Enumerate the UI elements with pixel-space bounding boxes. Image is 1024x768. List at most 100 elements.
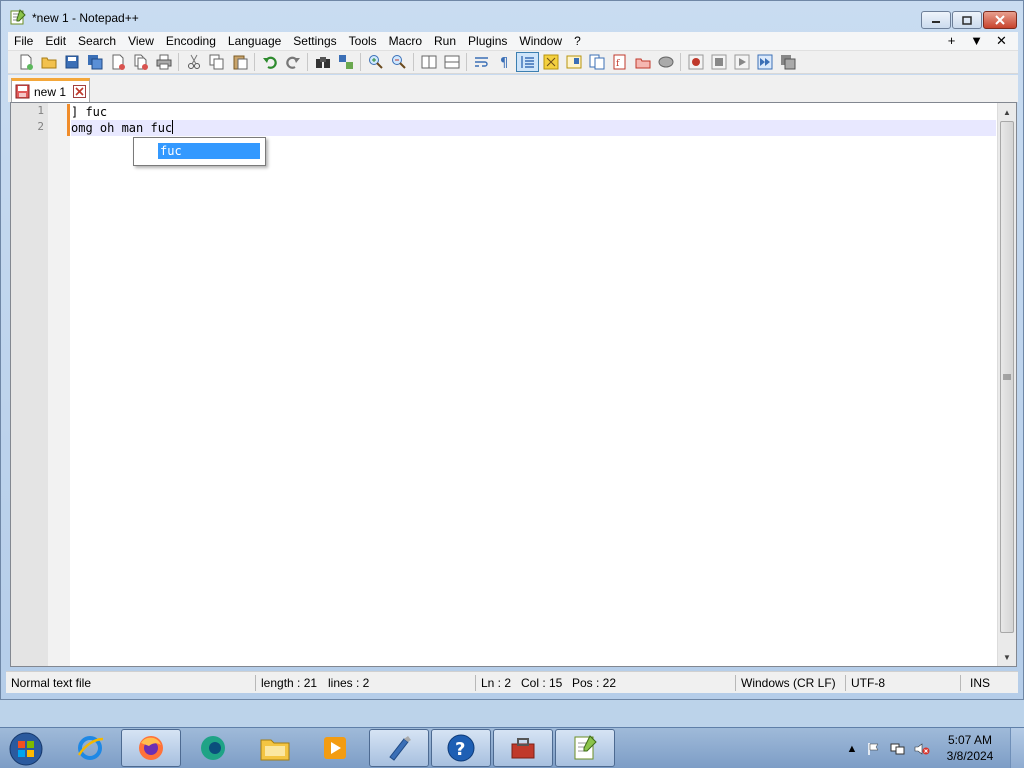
document-list-icon[interactable] bbox=[585, 52, 608, 72]
menu-tools[interactable]: Tools bbox=[343, 32, 383, 50]
scroll-down-arrow-icon[interactable]: ▼ bbox=[998, 649, 1016, 665]
open-file-icon[interactable] bbox=[37, 52, 60, 72]
sync-horizontal-icon[interactable] bbox=[440, 52, 463, 72]
save-macro-icon[interactable] bbox=[776, 52, 799, 72]
window-title: *new 1 - Notepad++ bbox=[32, 11, 139, 25]
toolbar-separator bbox=[360, 53, 361, 71]
status-bar: Normal text file length : 21 lines : 2 L… bbox=[6, 671, 1018, 693]
file-explorer-taskbar-icon[interactable] bbox=[245, 729, 305, 767]
menu-run[interactable]: Run bbox=[428, 32, 462, 50]
text-area[interactable]: ] fuc omg oh man fuc bbox=[71, 103, 996, 666]
redo-icon[interactable] bbox=[281, 52, 304, 72]
editor-pane[interactable]: 1 2 ] fuc omg oh man fuc fuc ▲ ▼ bbox=[10, 102, 1017, 667]
menu-edit[interactable]: Edit bbox=[39, 32, 72, 50]
function-list-icon[interactable]: f bbox=[608, 52, 631, 72]
notepad-plus-plus-taskbar-icon[interactable] bbox=[555, 729, 615, 767]
menu-settings[interactable]: Settings bbox=[287, 32, 342, 50]
print-icon[interactable] bbox=[152, 52, 175, 72]
save-all-icon[interactable] bbox=[83, 52, 106, 72]
scrollbar-thumb[interactable] bbox=[1000, 121, 1014, 633]
close-doc-button[interactable]: ✕ bbox=[989, 32, 1014, 50]
scroll-up-arrow-icon[interactable]: ▲ bbox=[998, 104, 1016, 120]
record-macro-icon[interactable] bbox=[684, 52, 707, 72]
status-separator bbox=[960, 675, 961, 691]
show-desktop-button[interactable] bbox=[1010, 728, 1024, 768]
indent-guide-icon[interactable] bbox=[516, 52, 539, 72]
edge-taskbar-icon[interactable] bbox=[183, 729, 243, 767]
menu-language[interactable]: Language bbox=[222, 32, 287, 50]
replace-icon[interactable] bbox=[334, 52, 357, 72]
close-all-icon[interactable] bbox=[129, 52, 152, 72]
stop-macro-icon[interactable] bbox=[707, 52, 730, 72]
menu-help[interactable]: ? bbox=[568, 32, 587, 50]
autocomplete-item-selected[interactable]: fuc bbox=[158, 143, 260, 159]
code-line: ] fuc bbox=[71, 104, 996, 120]
media-player-taskbar-icon[interactable] bbox=[305, 729, 365, 767]
network-icon[interactable] bbox=[890, 741, 906, 757]
volume-muted-icon[interactable] bbox=[914, 741, 930, 757]
menu-view[interactable]: View bbox=[122, 32, 160, 50]
status-line: Ln : 2 bbox=[481, 676, 512, 690]
script-tool-taskbar-icon[interactable] bbox=[369, 729, 429, 767]
system-clock[interactable]: 5:07 AM 3/8/2024 bbox=[939, 732, 1001, 764]
window-controls bbox=[920, 11, 1017, 29]
undo-icon[interactable] bbox=[258, 52, 281, 72]
document-map-icon[interactable] bbox=[562, 52, 585, 72]
paste-icon[interactable] bbox=[228, 52, 251, 72]
system-tray: ▲ 5:07 AM 3/8/2024 bbox=[838, 728, 1024, 768]
vertical-scrollbar[interactable]: ▲ ▼ bbox=[997, 103, 1016, 666]
monitoring-icon[interactable] bbox=[654, 52, 677, 72]
copy-icon[interactable] bbox=[205, 52, 228, 72]
unsaved-file-icon bbox=[15, 84, 30, 99]
cut-icon[interactable] bbox=[182, 52, 205, 72]
maximize-button[interactable] bbox=[952, 11, 982, 29]
windows-start-icon bbox=[9, 732, 43, 766]
action-center-flag-icon[interactable] bbox=[866, 741, 882, 757]
status-eol[interactable]: Windows (CR LF) bbox=[736, 672, 836, 694]
status-position: Pos : 22 bbox=[572, 676, 617, 690]
title-bar[interactable]: *new 1 - Notepad++ bbox=[1, 1, 1023, 31]
save-icon[interactable] bbox=[60, 52, 83, 72]
sync-vertical-icon[interactable] bbox=[417, 52, 440, 72]
zoom-out-icon[interactable] bbox=[387, 52, 410, 72]
menu-window[interactable]: Window bbox=[513, 32, 568, 50]
new-file-icon[interactable] bbox=[14, 52, 37, 72]
user-defined-language-icon[interactable] bbox=[539, 52, 562, 72]
run-macro-multiple-icon[interactable] bbox=[753, 52, 776, 72]
find-icon[interactable] bbox=[311, 52, 334, 72]
clock-time: 5:07 AM bbox=[947, 733, 993, 747]
internet-explorer-taskbar-icon[interactable] bbox=[60, 729, 120, 767]
toolbox-taskbar-icon[interactable] bbox=[493, 729, 553, 767]
svg-text:¶: ¶ bbox=[500, 56, 508, 70]
fold-margin[interactable] bbox=[48, 103, 70, 666]
menu-encoding[interactable]: Encoding bbox=[160, 32, 222, 50]
toolbar-separator bbox=[307, 53, 308, 71]
status-encoding[interactable]: UTF-8 bbox=[846, 672, 885, 694]
status-insert-mode[interactable]: INS bbox=[965, 672, 990, 694]
show-hidden-icons-icon[interactable]: ▲ bbox=[844, 741, 860, 757]
play-macro-icon[interactable] bbox=[730, 52, 753, 72]
menu-search[interactable]: Search bbox=[72, 32, 122, 50]
firefox-taskbar-icon[interactable] bbox=[121, 729, 181, 767]
show-all-characters-icon[interactable]: ¶ bbox=[493, 52, 516, 72]
change-history-marker bbox=[67, 120, 70, 136]
tab-list-button[interactable]: ▼ bbox=[964, 32, 989, 50]
menu-plugins[interactable]: Plugins bbox=[462, 32, 513, 50]
close-button[interactable] bbox=[983, 11, 1017, 29]
word-wrap-icon[interactable] bbox=[470, 52, 493, 72]
start-button[interactable] bbox=[4, 730, 48, 768]
menu-file[interactable]: File bbox=[8, 32, 39, 50]
tab-new-1[interactable]: new 1 bbox=[11, 78, 90, 102]
tab-close-icon[interactable] bbox=[73, 85, 87, 98]
line-number-margin: 1 2 bbox=[11, 103, 48, 666]
zoom-in-icon[interactable] bbox=[364, 52, 387, 72]
new-tab-button[interactable]: + bbox=[939, 32, 964, 50]
close-file-icon[interactable] bbox=[106, 52, 129, 72]
minimize-button[interactable] bbox=[921, 11, 951, 29]
folder-as-workspace-icon[interactable] bbox=[631, 52, 654, 72]
status-column: Col : 15 bbox=[521, 676, 563, 690]
status-length: length : 21 bbox=[261, 676, 318, 690]
menu-macro[interactable]: Macro bbox=[383, 32, 428, 50]
toolbar: ¶ f bbox=[8, 50, 1018, 74]
help-taskbar-icon[interactable]: ? bbox=[431, 729, 491, 767]
